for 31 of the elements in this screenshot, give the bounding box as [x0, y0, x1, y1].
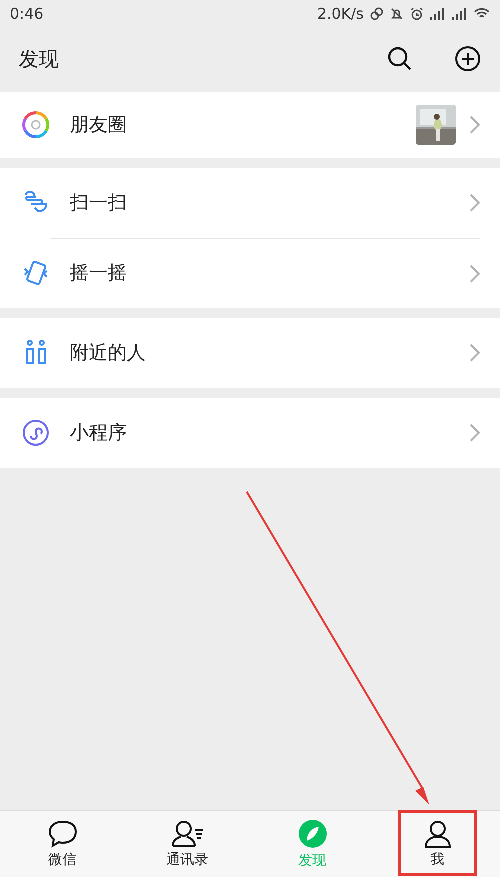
menu-item[interactable]: 附近的人 [0, 318, 500, 388]
compass-icon [298, 819, 328, 849]
link-icon [370, 7, 384, 21]
chevron-icon [470, 344, 480, 362]
search-icon[interactable] [387, 46, 413, 72]
menu-item[interactable]: 朋友圈 [0, 92, 500, 158]
signal-icon [452, 8, 468, 20]
add-icon[interactable] [455, 46, 481, 72]
chevron-icon [470, 194, 480, 212]
status-time: 0:46 [10, 4, 44, 25]
page-title: 发现 [19, 46, 60, 73]
aperture-icon [22, 111, 50, 139]
chevron-icon [470, 424, 480, 442]
tab[interactable]: 我 [375, 811, 500, 877]
signal-icon [430, 8, 446, 20]
person-list-icon [170, 820, 204, 848]
chevron-icon [470, 264, 480, 282]
shake-icon [22, 259, 50, 287]
network-speed: 2.0K/s [317, 4, 364, 25]
chevron-icon [470, 116, 480, 134]
menu-item[interactable]: 小程序 [0, 398, 500, 468]
menu-item[interactable]: 扫一扫 [0, 168, 500, 238]
muted-bell-icon [390, 7, 404, 21]
speech-bubble-icon [48, 820, 78, 848]
mini-program-icon [22, 419, 50, 447]
tab[interactable]: 微信 [0, 811, 125, 877]
menu-item[interactable]: 摇一摇 [0, 238, 500, 308]
wifi-icon [474, 8, 490, 20]
person-icon [424, 820, 452, 848]
tab[interactable]: 通讯录 [125, 811, 250, 877]
alarm-icon [410, 7, 424, 21]
